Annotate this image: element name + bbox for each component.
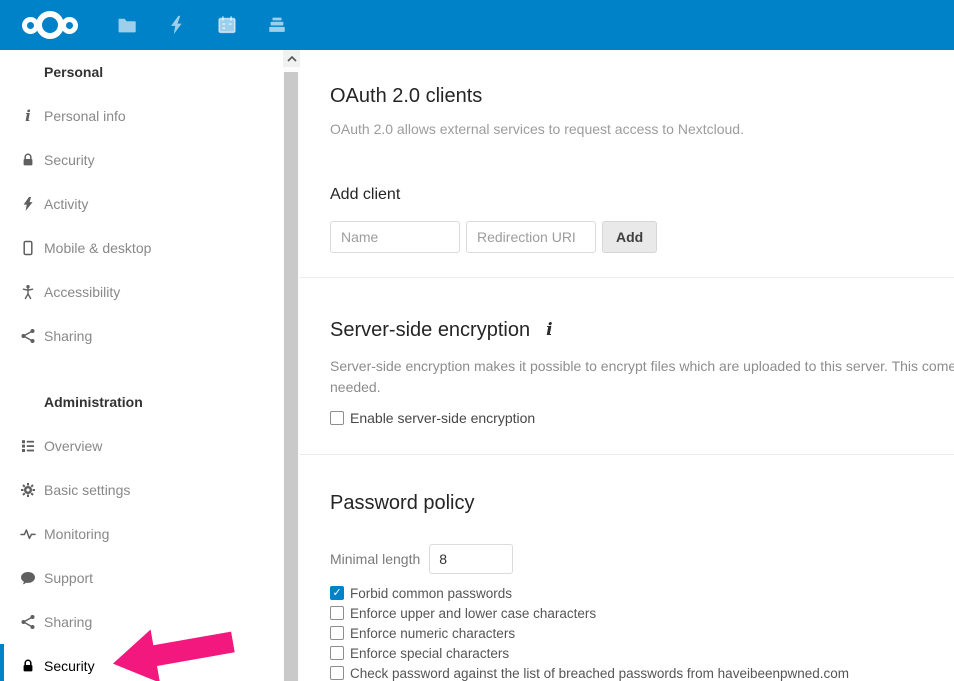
redirection-uri-input[interactable]: [466, 221, 596, 253]
share-icon: [20, 614, 36, 630]
scrollbar-up-button[interactable]: [283, 50, 300, 67]
accessibility-icon: [20, 284, 36, 300]
encryption-title-text: Server-side encryption: [330, 318, 530, 342]
chevron-up-icon: [287, 56, 297, 62]
enforce-numeric-checkbox[interactable]: [330, 626, 344, 640]
password-policy-section: Password policy Minimal length Forbid co…: [300, 455, 954, 681]
sidebar-item-personal-sharing[interactable]: Sharing: [0, 314, 283, 358]
sidebar-item-activity[interactable]: Activity: [0, 182, 283, 226]
oauth-clients-section: OAuth 2.0 clients OAuth 2.0 allows exter…: [300, 50, 954, 278]
minimal-length-input[interactable]: [429, 544, 513, 574]
server-side-encryption-section: Server-side encryption i Server-side enc…: [300, 278, 954, 455]
overview-icon: [20, 438, 36, 454]
section-spacer: [0, 358, 283, 380]
monitoring-icon: [20, 526, 36, 542]
nextcloud-logo[interactable]: [14, 11, 86, 39]
lock-icon: [20, 152, 36, 168]
enforce-upper-lower-checkbox[interactable]: [330, 606, 344, 620]
client-name-input[interactable]: [330, 221, 460, 253]
logo-circle-center: [36, 11, 64, 39]
lightning-icon: [166, 14, 188, 36]
enforce-special-checkbox[interactable]: [330, 646, 344, 660]
add-client-form: Add: [330, 221, 954, 253]
sidebar-item-personal-info[interactable]: i Personal info: [0, 94, 283, 138]
info-icon: i: [20, 108, 36, 124]
oauth-section-description: OAuth 2.0 allows external services to re…: [330, 121, 954, 137]
policy-row-numeric: Enforce numeric characters: [330, 623, 954, 643]
deck-icon: [266, 14, 288, 36]
enable-encryption-label: Enable server-side encryption: [350, 410, 535, 426]
speech-bubble-icon: [20, 570, 36, 586]
files-app-button[interactable]: [102, 0, 152, 50]
sidebar-item-overview[interactable]: Overview: [0, 424, 283, 468]
lightning-icon: [20, 196, 36, 212]
sidebar-item-mobile-desktop[interactable]: Mobile & desktop: [0, 226, 283, 270]
section-title-administration: Administration: [0, 380, 283, 424]
sidebar-item-monitoring[interactable]: Monitoring: [0, 512, 283, 556]
enable-encryption-row: Enable server-side encryption: [330, 410, 954, 426]
add-client-heading: Add client: [330, 185, 954, 205]
sidebar-item-basic-settings[interactable]: Basic settings: [0, 468, 283, 512]
gear-icon: [20, 482, 36, 498]
activity-app-button[interactable]: [152, 0, 202, 50]
deck-app-button[interactable]: [252, 0, 302, 50]
info-icon[interactable]: i: [546, 318, 552, 342]
enable-encryption-checkbox[interactable]: [330, 411, 344, 425]
sidebar-scrollbar[interactable]: [283, 50, 300, 681]
section-title-personal: Personal: [0, 50, 283, 94]
encryption-section-title: Server-side encryption i: [330, 318, 954, 342]
scrollbar-thumb[interactable]: [284, 72, 298, 681]
policy-row-forbid-common: Forbid common passwords: [330, 583, 954, 603]
sidebar-item-support[interactable]: Support: [0, 556, 283, 600]
folder-icon: [116, 14, 138, 36]
sidebar-item-admin-security[interactable]: Security: [0, 644, 283, 681]
password-policy-title: Password policy: [330, 491, 954, 515]
policy-row-hibp: Check password against the list of breac…: [330, 663, 954, 681]
policy-row-special: Enforce special characters: [330, 643, 954, 663]
lock-icon: [20, 658, 36, 674]
settings-sidebar: Personal i Personal info Security Activi…: [0, 50, 283, 681]
calendar-app-button[interactable]: [202, 0, 252, 50]
minimal-length-label: Minimal length: [330, 551, 420, 567]
minimal-length-row: Minimal length: [330, 544, 954, 574]
share-icon: [20, 328, 36, 344]
app-launcher: [102, 0, 302, 50]
sidebar-item-admin-sharing[interactable]: Sharing: [0, 600, 283, 644]
nextcloud-settings-window: Personal i Personal info Security Activi…: [0, 0, 954, 681]
sidebar-item-personal-security[interactable]: Security: [0, 138, 283, 182]
mobile-icon: [20, 240, 36, 256]
settings-content: OAuth 2.0 clients OAuth 2.0 allows exter…: [300, 50, 954, 681]
add-client-button[interactable]: Add: [602, 221, 657, 253]
forbid-common-passwords-checkbox[interactable]: [330, 586, 344, 600]
top-header-bar: [0, 0, 954, 50]
encryption-description: Server-side encryption makes it possible…: [330, 356, 954, 398]
calendar-icon: [216, 14, 238, 36]
oauth-section-title: OAuth 2.0 clients: [330, 84, 954, 108]
policy-row-upper-lower: Enforce upper and lower case characters: [330, 603, 954, 623]
password-policy-checklist: Forbid common passwords Enforce upper an…: [330, 583, 954, 681]
sidebar-item-accessibility[interactable]: Accessibility: [0, 270, 283, 314]
check-breached-passwords-checkbox[interactable]: [330, 666, 344, 680]
